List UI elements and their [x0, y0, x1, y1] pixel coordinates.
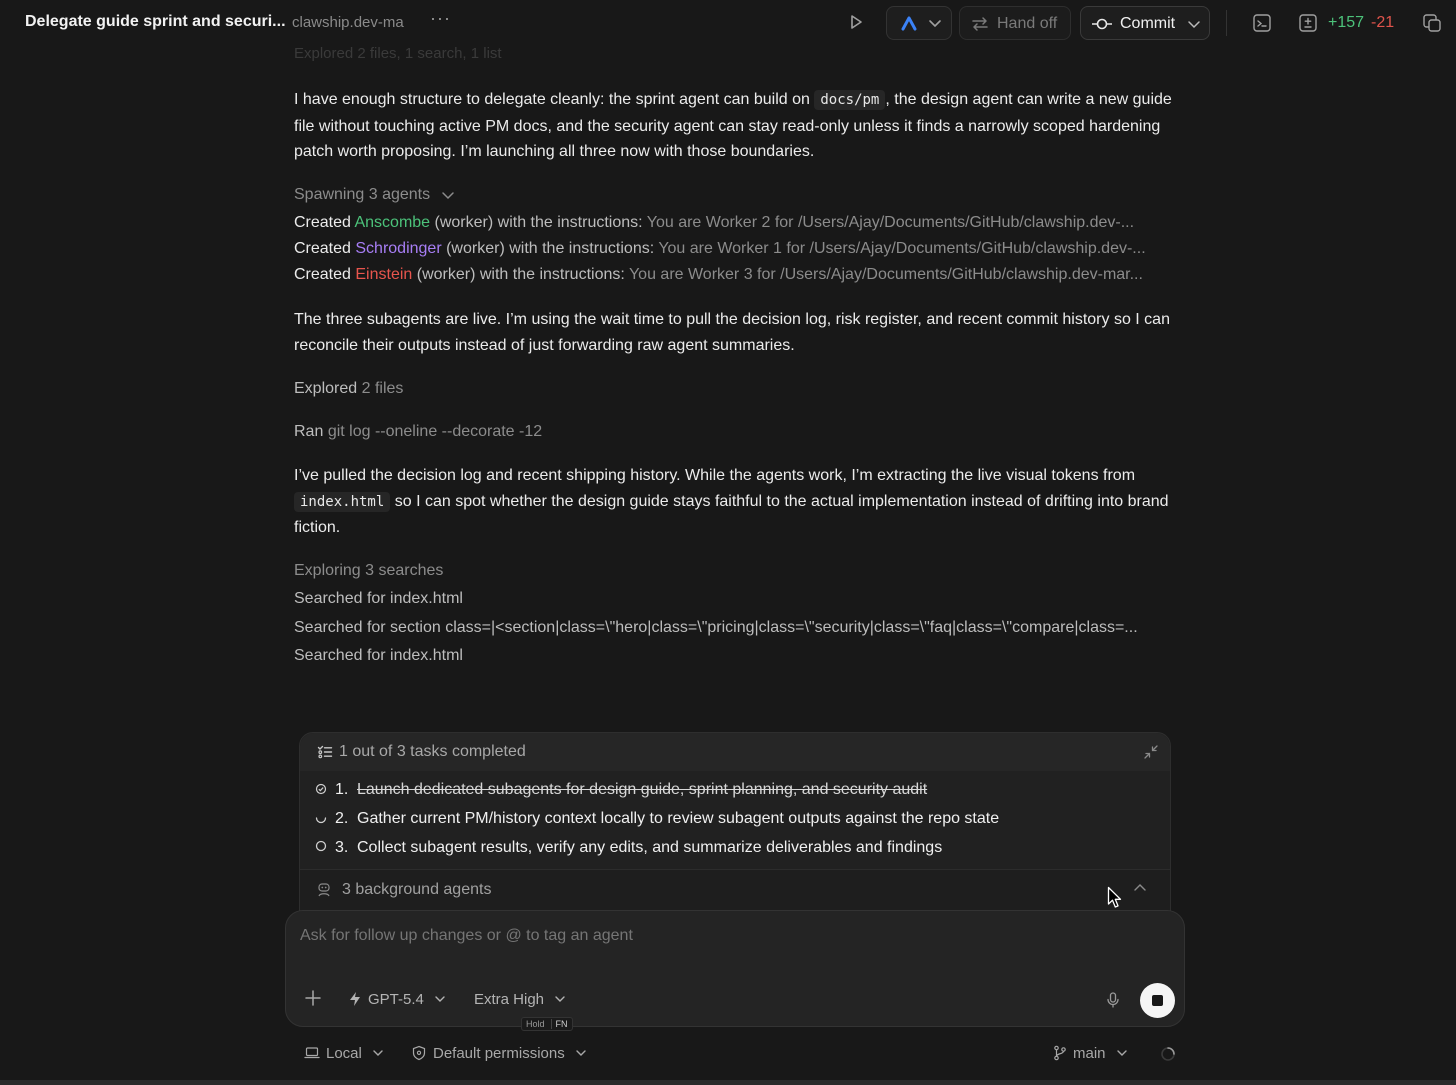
chevron-down-icon	[373, 1050, 383, 1056]
agent-created-row[interactable]: Created Einstein (worker) with the instr…	[294, 262, 1176, 288]
chevron-down-icon	[1116, 1050, 1127, 1056]
spawning-agents-toggle[interactable]: Spawning 3 agents	[294, 182, 1176, 208]
run-button[interactable]	[846, 12, 866, 32]
agent-created-row[interactable]: Created Schrodinger (worker) with the in…	[294, 236, 1176, 262]
model-selector[interactable]: GPT-5.4	[348, 991, 446, 1008]
task-progress-panel: 1 out of 3 tasks completed 1. Launch dedi…	[299, 732, 1171, 913]
search-row[interactable]: Searched for section class=|<section|cla…	[294, 615, 1176, 641]
more-options-button[interactable]: ···	[430, 8, 451, 29]
diff-icon	[1299, 14, 1317, 32]
effort-label: Extra High	[474, 991, 545, 1008]
reasoning-effort-selector[interactable]: Extra High	[474, 991, 566, 1008]
search-row[interactable]: Searched for index.html	[294, 643, 1176, 669]
git-branch-icon	[1054, 1045, 1066, 1061]
task-item: 1. Launch dedicated subagents for design …	[335, 781, 928, 798]
terminal-icon	[1253, 14, 1271, 32]
hand-off-button[interactable]: Hand off	[959, 6, 1071, 40]
assistant-message: The three subagents are live. I’m using …	[294, 311, 1170, 354]
exploring-searches-label[interactable]: Exploring 3 searches	[294, 558, 1176, 584]
collapse-icon[interactable]	[1143, 744, 1159, 760]
play-icon	[851, 15, 862, 29]
background-agents-label: 3 background agents	[342, 881, 492, 898]
inline-code: index.html	[294, 491, 391, 512]
toolbar-divider	[1226, 10, 1227, 36]
agent-logo-icon	[901, 16, 917, 31]
swap-arrows-icon	[972, 17, 988, 31]
stop-icon	[1152, 995, 1163, 1006]
checklist-icon	[317, 745, 333, 759]
copy-icon	[1423, 14, 1441, 32]
chevron-up-icon[interactable]	[1133, 881, 1147, 895]
task-panel-header: 1 out of 3 tasks completed	[300, 733, 1170, 771]
explored-files-row[interactable]: Explored 2 files	[294, 376, 1176, 402]
task-item: 2. Gather current PM/history context loca…	[335, 810, 1000, 827]
chevron-down-icon	[555, 996, 565, 1002]
diff-removed-count[interactable]: -21	[1371, 14, 1394, 32]
agents-icon	[318, 883, 330, 897]
thread-title[interactable]: Delegate guide sprint and securi...	[25, 13, 286, 31]
inline-code: docs/pm	[814, 90, 886, 110]
follow-up-input[interactable]	[300, 927, 1080, 945]
ran-command-row[interactable]: Ran git log --oneline --decorate -12	[294, 419, 1176, 445]
add-attachment-icon[interactable]	[304, 989, 322, 1007]
background-agents-toggle[interactable]: 3 background agents	[300, 869, 1170, 913]
copy-button[interactable]	[1422, 13, 1442, 33]
agent-name[interactable]: Einstein	[355, 266, 412, 283]
window-bottom-edge	[0, 1080, 1456, 1085]
diff-button[interactable]	[1298, 13, 1318, 33]
commit-button[interactable]: Commit	[1080, 6, 1210, 40]
chevron-down-icon	[929, 20, 941, 28]
task-progress-title: 1 out of 3 tasks completed	[339, 743, 526, 760]
loading-spinner-icon	[1161, 1047, 1175, 1061]
terminal-button[interactable]	[1252, 13, 1272, 33]
environment-selector[interactable]: Local	[304, 1045, 384, 1062]
task-pending-icon	[315, 840, 327, 852]
message-composer: GPT-5.4 Extra High HoldFN	[285, 910, 1185, 1031]
chevron-down-icon	[1188, 21, 1200, 29]
scrolled-status-line: Explored 2 files, 1 search, 1 list	[294, 45, 502, 62]
stop-button[interactable]	[1140, 983, 1175, 1018]
microphone-icon[interactable]	[1104, 991, 1122, 1009]
commit-icon	[1092, 18, 1112, 30]
voice-shortcut-hint: Hold FN	[521, 1017, 573, 1031]
shield-icon	[412, 1045, 426, 1061]
status-footer: Local Default permissions main	[0, 1040, 1456, 1070]
chevron-down-icon	[441, 192, 454, 199]
task-done-icon	[315, 783, 327, 795]
lightning-icon	[350, 992, 360, 1006]
task-item: 3. Collect subagent results, verify any e…	[335, 839, 943, 856]
model-label: GPT-5.4	[368, 991, 424, 1008]
search-row[interactable]: Searched for index.html	[294, 586, 1176, 612]
task-in-progress-icon	[315, 817, 327, 824]
top-bar: Delegate guide sprint and securi... claw…	[0, 0, 1456, 46]
assistant-message: I’ve pulled the decision log and recent …	[294, 467, 1169, 536]
agent-name[interactable]: Anscombe	[354, 214, 430, 231]
chevron-down-icon	[576, 1050, 586, 1056]
agent-selector[interactable]	[886, 6, 952, 40]
hand-off-label: Hand off	[997, 15, 1058, 32]
branch-selector[interactable]: main	[1053, 1045, 1128, 1062]
agent-created-row[interactable]: Created Anscombe (worker) with the instr…	[294, 210, 1176, 236]
assistant-message: I have enough structure to delegate clea…	[294, 90, 1172, 160]
agent-name[interactable]: Schrodinger	[355, 240, 441, 257]
chevron-down-icon	[435, 996, 445, 1002]
laptop-icon	[304, 1047, 320, 1059]
project-name[interactable]: clawship.dev-ma	[292, 14, 414, 31]
diff-added-count[interactable]: +157	[1328, 14, 1364, 32]
commit-label: Commit	[1120, 15, 1176, 32]
permissions-selector[interactable]: Default permissions	[411, 1045, 587, 1062]
mouse-cursor-icon	[1107, 886, 1122, 908]
